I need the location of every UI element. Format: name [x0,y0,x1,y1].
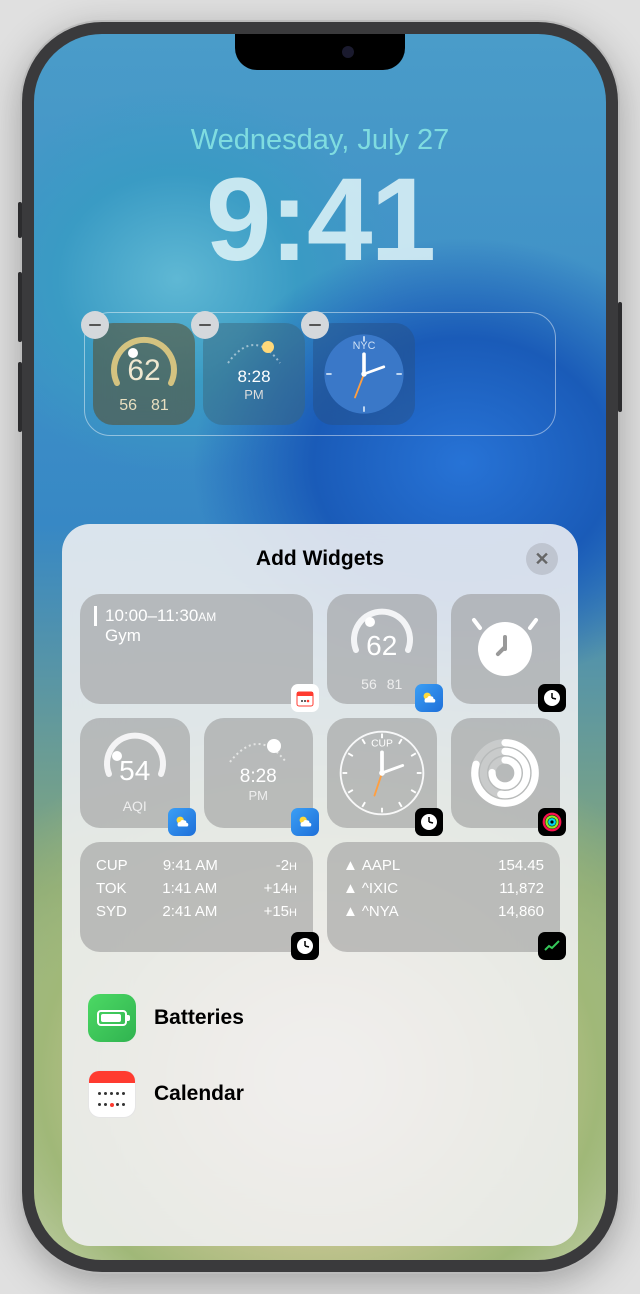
up-triangle-icon: ▲ [343,880,358,897]
widget-preview-calendar[interactable]: 10:00–11:30AM Gym [80,594,313,704]
calendar-app-badge-icon [291,684,319,712]
batteries-app-icon [88,994,136,1042]
volume-down-button [18,362,22,432]
weather-app-badge-icon [168,808,196,836]
iphone-frame: Wednesday, July 27 9:41 62 56 81 8:28 PM [22,22,618,1272]
app-label: Batteries [154,1006,244,1030]
gauge-arc-icon [101,331,187,397]
widget-preview-weather-gauge[interactable]: 62 56 81 [327,594,437,704]
alarm-bells-icon [470,616,540,636]
stock-row: ▲AAPL 154.45 [343,854,544,877]
app-label: Calendar [154,1082,244,1106]
remove-widget-button[interactable] [191,311,219,339]
temperature-low: 56 [361,676,377,692]
temperature-low: 56 [119,397,137,415]
up-triangle-icon: ▲ [343,857,358,874]
weather-app-badge-icon [415,684,443,712]
widget-preview-aqi[interactable]: 54 AQI [80,718,190,828]
clock-app-badge-icon [415,808,443,836]
sunset-ampm: PM [244,387,264,402]
widget-preview-stocks[interactable]: ▲AAPL 154.45 ▲^IXIC 11,872 ▲^NYA 14,860 [327,842,560,952]
analog-clock-icon: CUP [335,726,429,820]
volume-up-button [18,272,22,342]
notch [235,34,405,70]
svg-text:CUP: CUP [371,739,393,750]
clock-app-badge-icon [538,684,566,712]
calendar-time-range: 10:00–11:30 [105,606,198,625]
battery-icon [97,1010,127,1026]
widget-preview-analog-clock[interactable]: CUP [327,718,437,828]
widget-preview-fitness-rings[interactable] [451,718,561,828]
sun-path-icon [222,730,294,770]
widget-preview-sunset[interactable]: 8:28 PM [204,718,314,828]
calendar-ampm: AM [198,610,216,624]
world-clock-row: SYD 2:41 AM +15H [96,900,297,923]
stocks-app-badge-icon [538,932,566,960]
screen: Wednesday, July 27 9:41 62 56 81 8:28 PM [34,34,606,1260]
close-button[interactable]: ✕ [526,543,558,575]
sunset-ampm: PM [249,788,269,803]
widget-preview-world-clock-list[interactable]: CUP 9:41 AM -2H TOK 1:41 AM +14H SYD 2:4… [80,842,313,952]
mute-switch [18,202,22,238]
widget-preview-alarm[interactable] [451,594,561,704]
stock-row: ▲^NYA 14,860 [343,900,544,923]
temperature-high: 81 [387,676,403,692]
sheet-title: Add Widgets [256,547,384,571]
side-button [618,302,622,412]
widget-slot-worldclock[interactable]: NYC [313,323,415,425]
app-list-item-batteries[interactable]: Batteries [80,980,560,1056]
analog-clock-icon: NYC [319,329,409,419]
clock-app-badge-icon [291,932,319,960]
widget-slot-sunset[interactable]: 8:28 PM [203,323,305,425]
activity-rings-icon [469,737,541,809]
calendar-app-icon [88,1070,136,1118]
gauge-arc-icon [93,726,177,786]
calendar-event-title: Gym [105,626,141,646]
stock-row: ▲^IXIC 11,872 [343,877,544,900]
sunset-time: 8:28 [237,367,270,386]
add-widgets-sheet: Add Widgets ✕ 10:00–11:30AM Gym 62 56 [62,524,578,1246]
weather-app-badge-icon [291,808,319,836]
fitness-app-badge-icon [538,808,566,836]
sun-path-icon [222,333,286,369]
world-clock-row: TOK 1:41 AM +14H [96,877,297,900]
gauge-arc-icon [340,602,424,662]
widget-slot-weather[interactable]: 62 56 81 [93,323,195,425]
up-triangle-icon: ▲ [343,903,358,920]
world-clock-row: CUP 9:41 AM -2H [96,854,297,877]
lockscreen-time[interactable]: 9:41 [34,152,606,288]
temperature-high: 81 [151,397,169,415]
aqi-label: AQI [123,798,147,814]
widget-bar[interactable]: 62 56 81 8:28 PM NYC [84,312,556,436]
app-list-item-calendar[interactable]: Calendar [80,1056,560,1132]
